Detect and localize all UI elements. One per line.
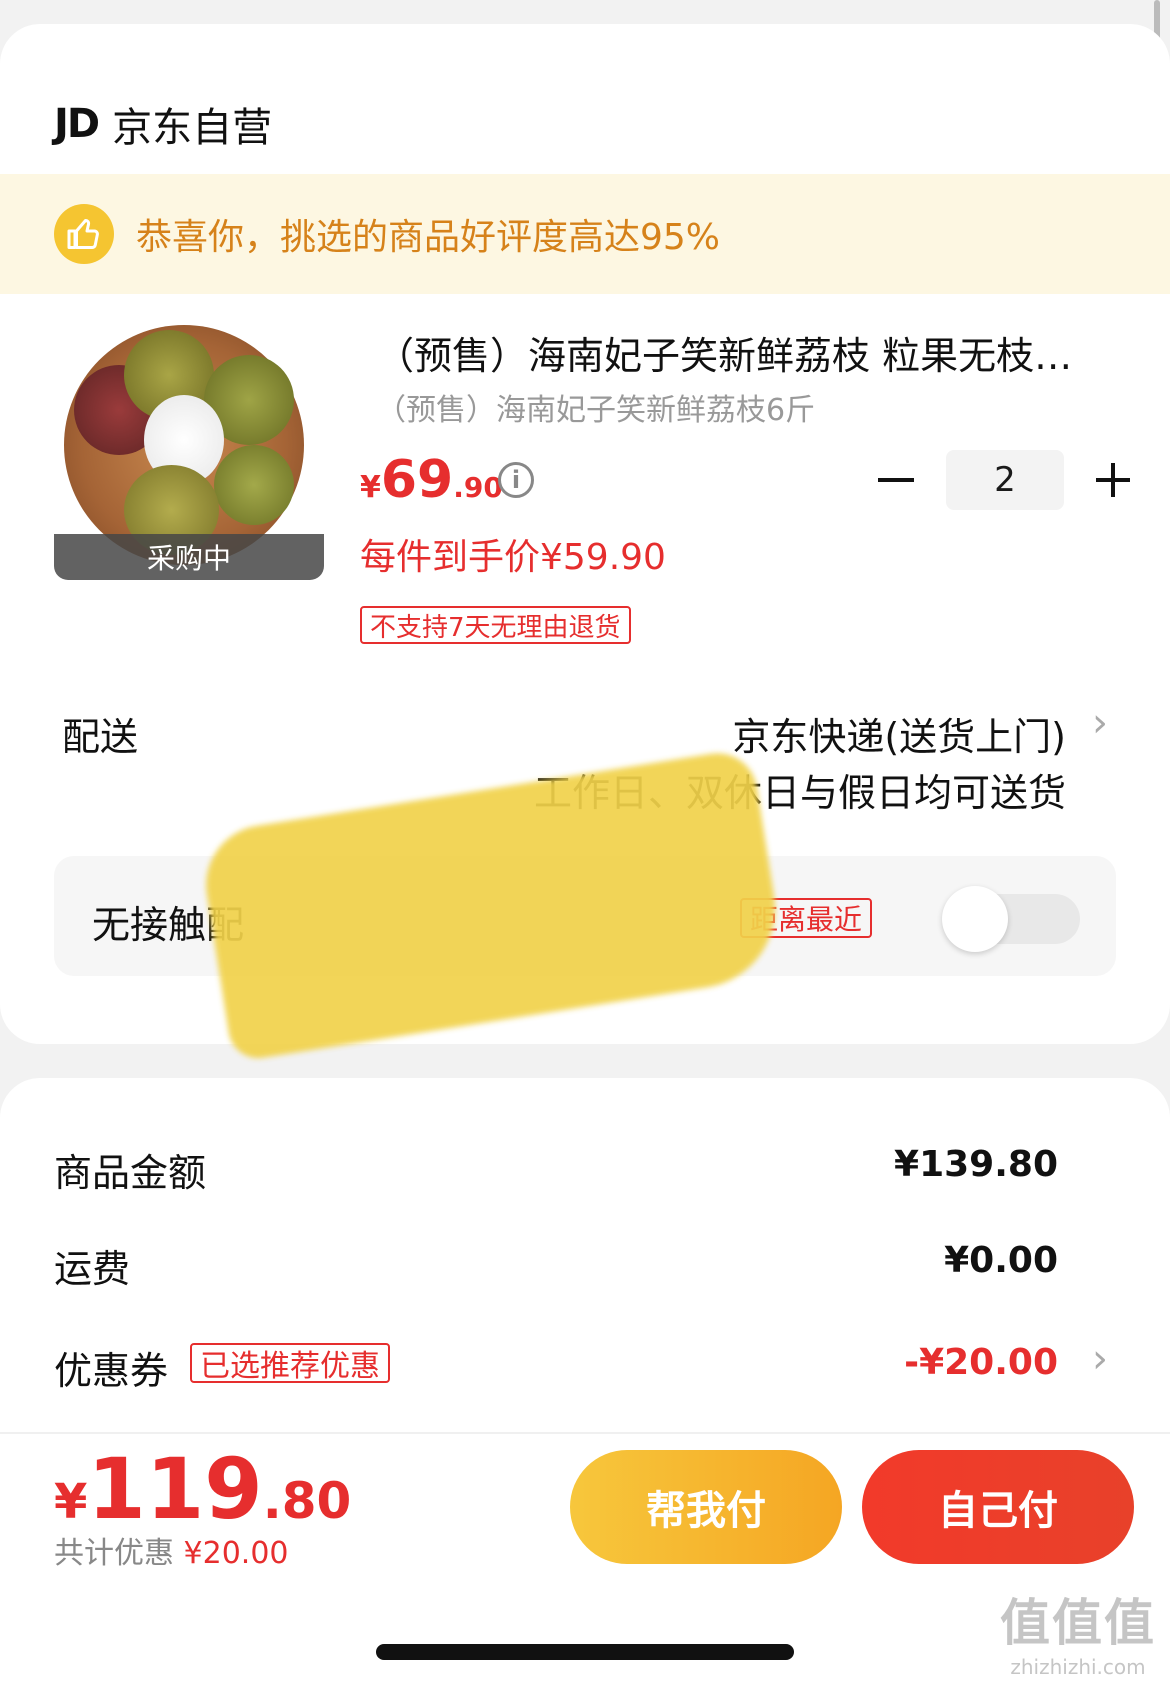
total-discount: 共计优惠 ¥20.00 — [54, 1528, 289, 1572]
freight-label: 运费 — [54, 1247, 131, 1291]
return-policy-tag: 不支持7天无理由退货 — [360, 606, 631, 644]
watermark-logo: 值值值 — [1000, 1594, 1156, 1652]
goods-amount-value: ¥139.80 — [894, 1144, 1058, 1185]
total-decimal: .80 — [262, 1472, 352, 1530]
quantity-value[interactable]: 2 — [946, 450, 1064, 510]
purchasing-badge: 采购中 — [54, 534, 324, 580]
per-item-price: 每件到手价¥59.90 — [360, 537, 666, 578]
toggle-knob — [942, 886, 1008, 952]
coupon-label: 优惠券 — [54, 1349, 169, 1393]
store-name: 京东自营 — [112, 105, 273, 151]
discount-value: ¥20.00 — [183, 1536, 289, 1571]
watermark: 值值值 zhizhizhi.com — [1000, 1583, 1156, 1679]
plus-icon[interactable] — [1096, 463, 1130, 497]
price-currency: ¥ — [360, 470, 381, 505]
divider — [0, 1432, 1170, 1434]
freight-value: ¥0.00 — [944, 1240, 1058, 1281]
total-integer: 119 — [87, 1440, 263, 1538]
coupon-tag: 已选推荐优惠 — [190, 1343, 390, 1384]
home-indicator[interactable] — [376, 1644, 794, 1660]
help-pay-button[interactable]: 帮我付 — [570, 1450, 842, 1564]
self-pay-button[interactable]: 自己付 — [862, 1450, 1134, 1564]
watermark-site: zhizhizhi.com — [1010, 1655, 1146, 1679]
jd-logo: JD — [54, 101, 100, 147]
price-decimal: .90 — [453, 471, 503, 504]
shipping-label: 配送 — [62, 715, 139, 759]
product-title[interactable]: （预售）海南妃子笑新鲜荔枝 粒果无枝… — [376, 325, 1096, 380]
chevron-right-icon[interactable]: › — [1092, 700, 1108, 746]
minus-icon[interactable] — [878, 478, 914, 482]
discount-label: 共计优惠 — [54, 1536, 174, 1571]
goods-amount-label: 商品金额 — [54, 1151, 207, 1195]
product-image[interactable]: 采购中 — [54, 310, 324, 580]
shipping-method[interactable]: 京东快递(送货上门) — [732, 706, 1066, 761]
coupon-chevron-icon[interactable]: › — [1092, 1336, 1108, 1382]
total-price: ¥ 119 .80 — [54, 1440, 351, 1538]
product-subtitle: （预售）海南妃子笑新鲜荔枝6斤 — [376, 393, 816, 428]
info-icon[interactable]: i — [498, 462, 534, 498]
coupon-value[interactable]: -¥20.00 — [904, 1342, 1058, 1383]
contactless-toggle[interactable] — [942, 886, 1080, 952]
total-currency: ¥ — [54, 1474, 88, 1530]
thumbs-up-icon — [54, 204, 114, 264]
product-price: ¥ 69 .90 — [360, 450, 503, 510]
lychee-plate-image — [64, 325, 304, 565]
rating-banner: 恭喜你，挑选的商品好评度高达95% — [0, 174, 1170, 294]
quantity-stepper: 2 — [878, 450, 1130, 510]
store-header[interactable]: JD 京东自营 — [54, 84, 272, 164]
price-integer: 69 — [380, 450, 454, 510]
banner-text: 恭喜你，挑选的商品好评度高达95% — [136, 217, 721, 258]
